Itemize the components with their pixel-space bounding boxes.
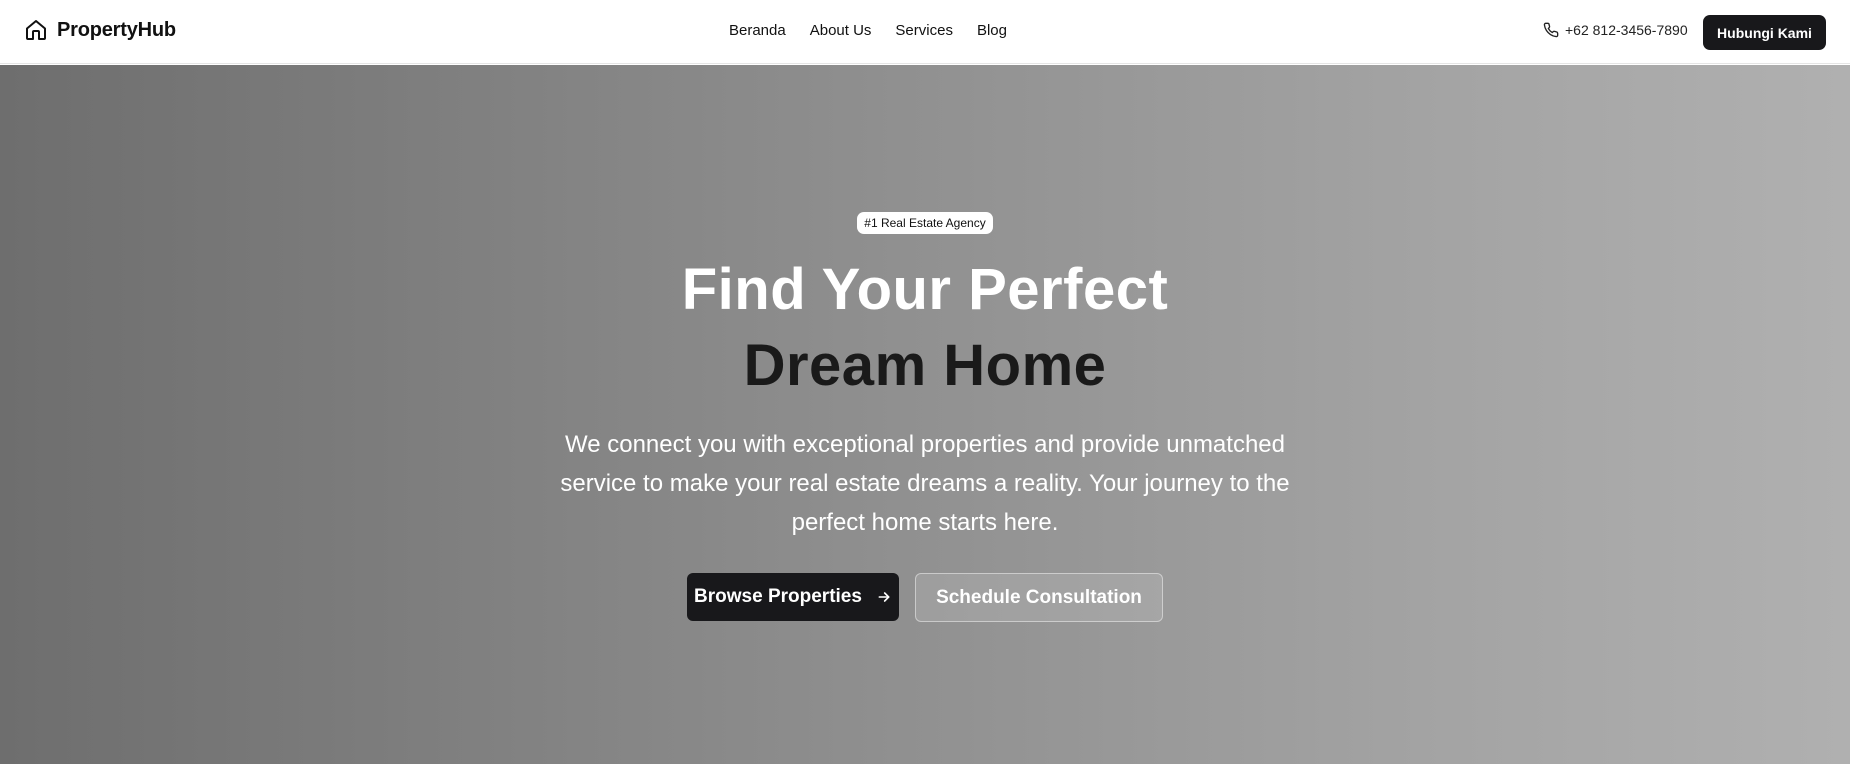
nav-link-services[interactable]: Services	[895, 22, 953, 39]
nav-link-about-us[interactable]: About Us	[810, 22, 872, 39]
schedule-consultation-button[interactable]: Schedule Consultation	[915, 573, 1163, 622]
hero-headline-line2: Dream Home	[743, 333, 1107, 398]
navbar: PropertyHub Beranda About Us Services Bl…	[0, 0, 1850, 64]
phone-icon	[1543, 22, 1559, 38]
hero-badge: #1 Real Estate Agency	[857, 212, 993, 234]
hero-section: #1 Real Estate Agency Find Your Perfect …	[0, 65, 1850, 764]
nav-link-beranda[interactable]: Beranda	[729, 22, 786, 39]
brand-name: PropertyHub	[57, 18, 176, 41]
hero-headline: Find Your Perfect Dream Home	[0, 252, 1850, 404]
browse-properties-label: Browse Properties	[694, 586, 862, 607]
brand-logo[interactable]: PropertyHub	[24, 18, 176, 42]
hero-headline-line1: Find Your Perfect	[681, 257, 1169, 322]
home-icon	[24, 18, 48, 42]
hero-subtext: We connect you with exceptional properti…	[560, 431, 1290, 536]
nav-link-blog[interactable]: Blog	[977, 22, 1007, 39]
browse-properties-button[interactable]: Browse Properties	[687, 573, 899, 621]
phone-number: +62 812-3456-7890	[1565, 22, 1688, 38]
arrow-right-icon	[876, 589, 892, 605]
phone-contact[interactable]: +62 812-3456-7890	[1543, 22, 1688, 38]
contact-button[interactable]: Hubungi Kami	[1703, 15, 1826, 50]
main-nav: Beranda About Us Services Blog	[729, 22, 1007, 39]
